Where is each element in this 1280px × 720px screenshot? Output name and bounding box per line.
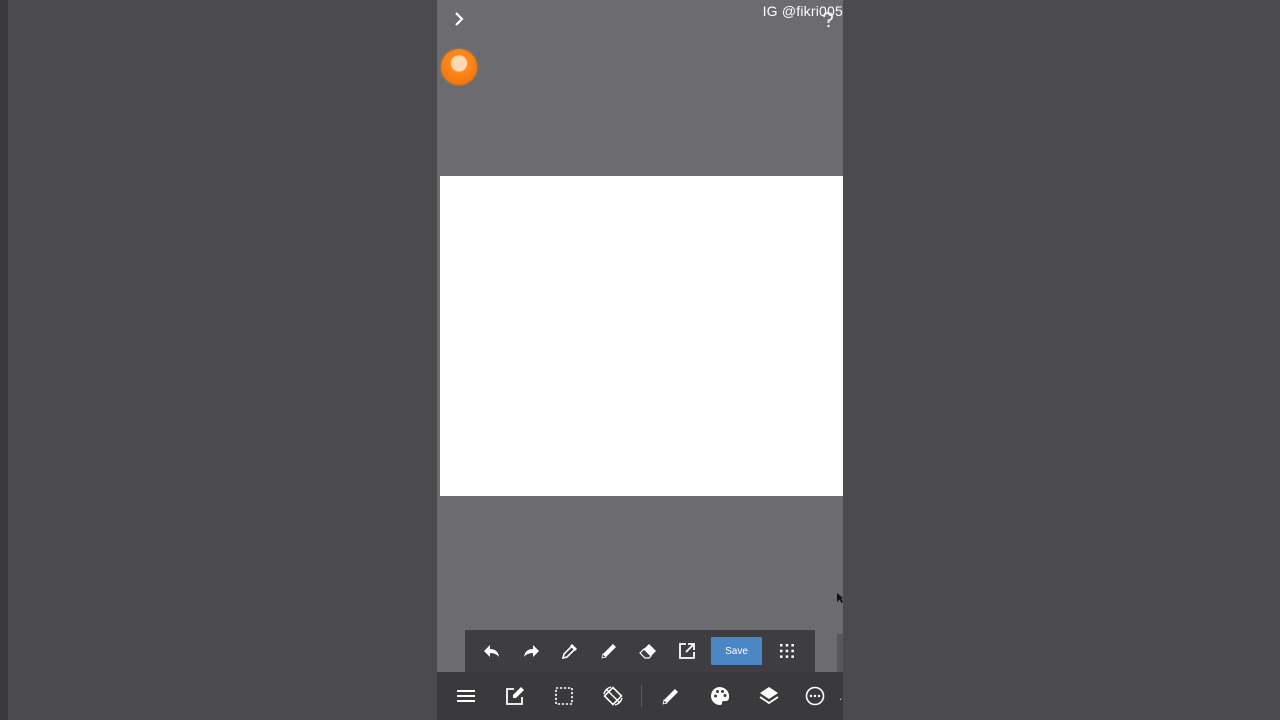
brush-button[interactable] bbox=[646, 672, 695, 720]
export-icon bbox=[678, 643, 695, 659]
watermark-text: IG @fikri005 bbox=[762, 3, 843, 19]
pencil-icon bbox=[600, 644, 616, 659]
quick-toolbar: Save bbox=[465, 630, 815, 672]
menu-button[interactable] bbox=[441, 672, 490, 720]
app-screen: IG @fikri005 Save . bbox=[437, 0, 843, 720]
undo-icon bbox=[483, 645, 499, 657]
redo-icon bbox=[523, 645, 539, 657]
export-button[interactable] bbox=[667, 630, 706, 672]
brush-icon bbox=[661, 689, 678, 705]
palette-button[interactable] bbox=[695, 672, 744, 720]
selection-button[interactable] bbox=[539, 672, 588, 720]
rotate-icon bbox=[602, 686, 623, 706]
expand-button[interactable] bbox=[449, 8, 469, 30]
chevron-right-icon bbox=[455, 12, 464, 26]
more-icon bbox=[805, 686, 825, 706]
eraser-button[interactable] bbox=[628, 630, 667, 672]
main-bottom-bar: . bbox=[437, 672, 843, 720]
grid-icon bbox=[780, 644, 794, 658]
edit-icon bbox=[505, 687, 524, 705]
rotate-button[interactable] bbox=[588, 672, 637, 720]
more-button[interactable] bbox=[793, 672, 837, 720]
edit-button[interactable] bbox=[490, 672, 539, 720]
pointer-cursor-icon bbox=[837, 593, 843, 603]
palette-icon bbox=[710, 687, 729, 705]
redo-button[interactable] bbox=[511, 630, 550, 672]
eyedropper-icon bbox=[561, 644, 577, 660]
layers-icon bbox=[759, 687, 778, 705]
selection-icon bbox=[554, 687, 573, 705]
toolbar-divider bbox=[641, 685, 642, 707]
layers-button[interactable] bbox=[744, 672, 793, 720]
undo-button[interactable] bbox=[472, 630, 511, 672]
side-panel-handle[interactable] bbox=[837, 634, 843, 672]
eraser-icon bbox=[638, 644, 656, 659]
save-button[interactable]: Save bbox=[711, 637, 762, 665]
eyedropper-button[interactable] bbox=[550, 630, 589, 672]
drawing-canvas[interactable] bbox=[440, 176, 843, 496]
record-indicator bbox=[441, 49, 477, 85]
menu-icon bbox=[456, 690, 475, 702]
overflow-hint: . bbox=[839, 689, 843, 703]
left-border bbox=[0, 0, 8, 720]
pencil-button[interactable] bbox=[589, 630, 628, 672]
grid-button[interactable] bbox=[772, 630, 802, 672]
